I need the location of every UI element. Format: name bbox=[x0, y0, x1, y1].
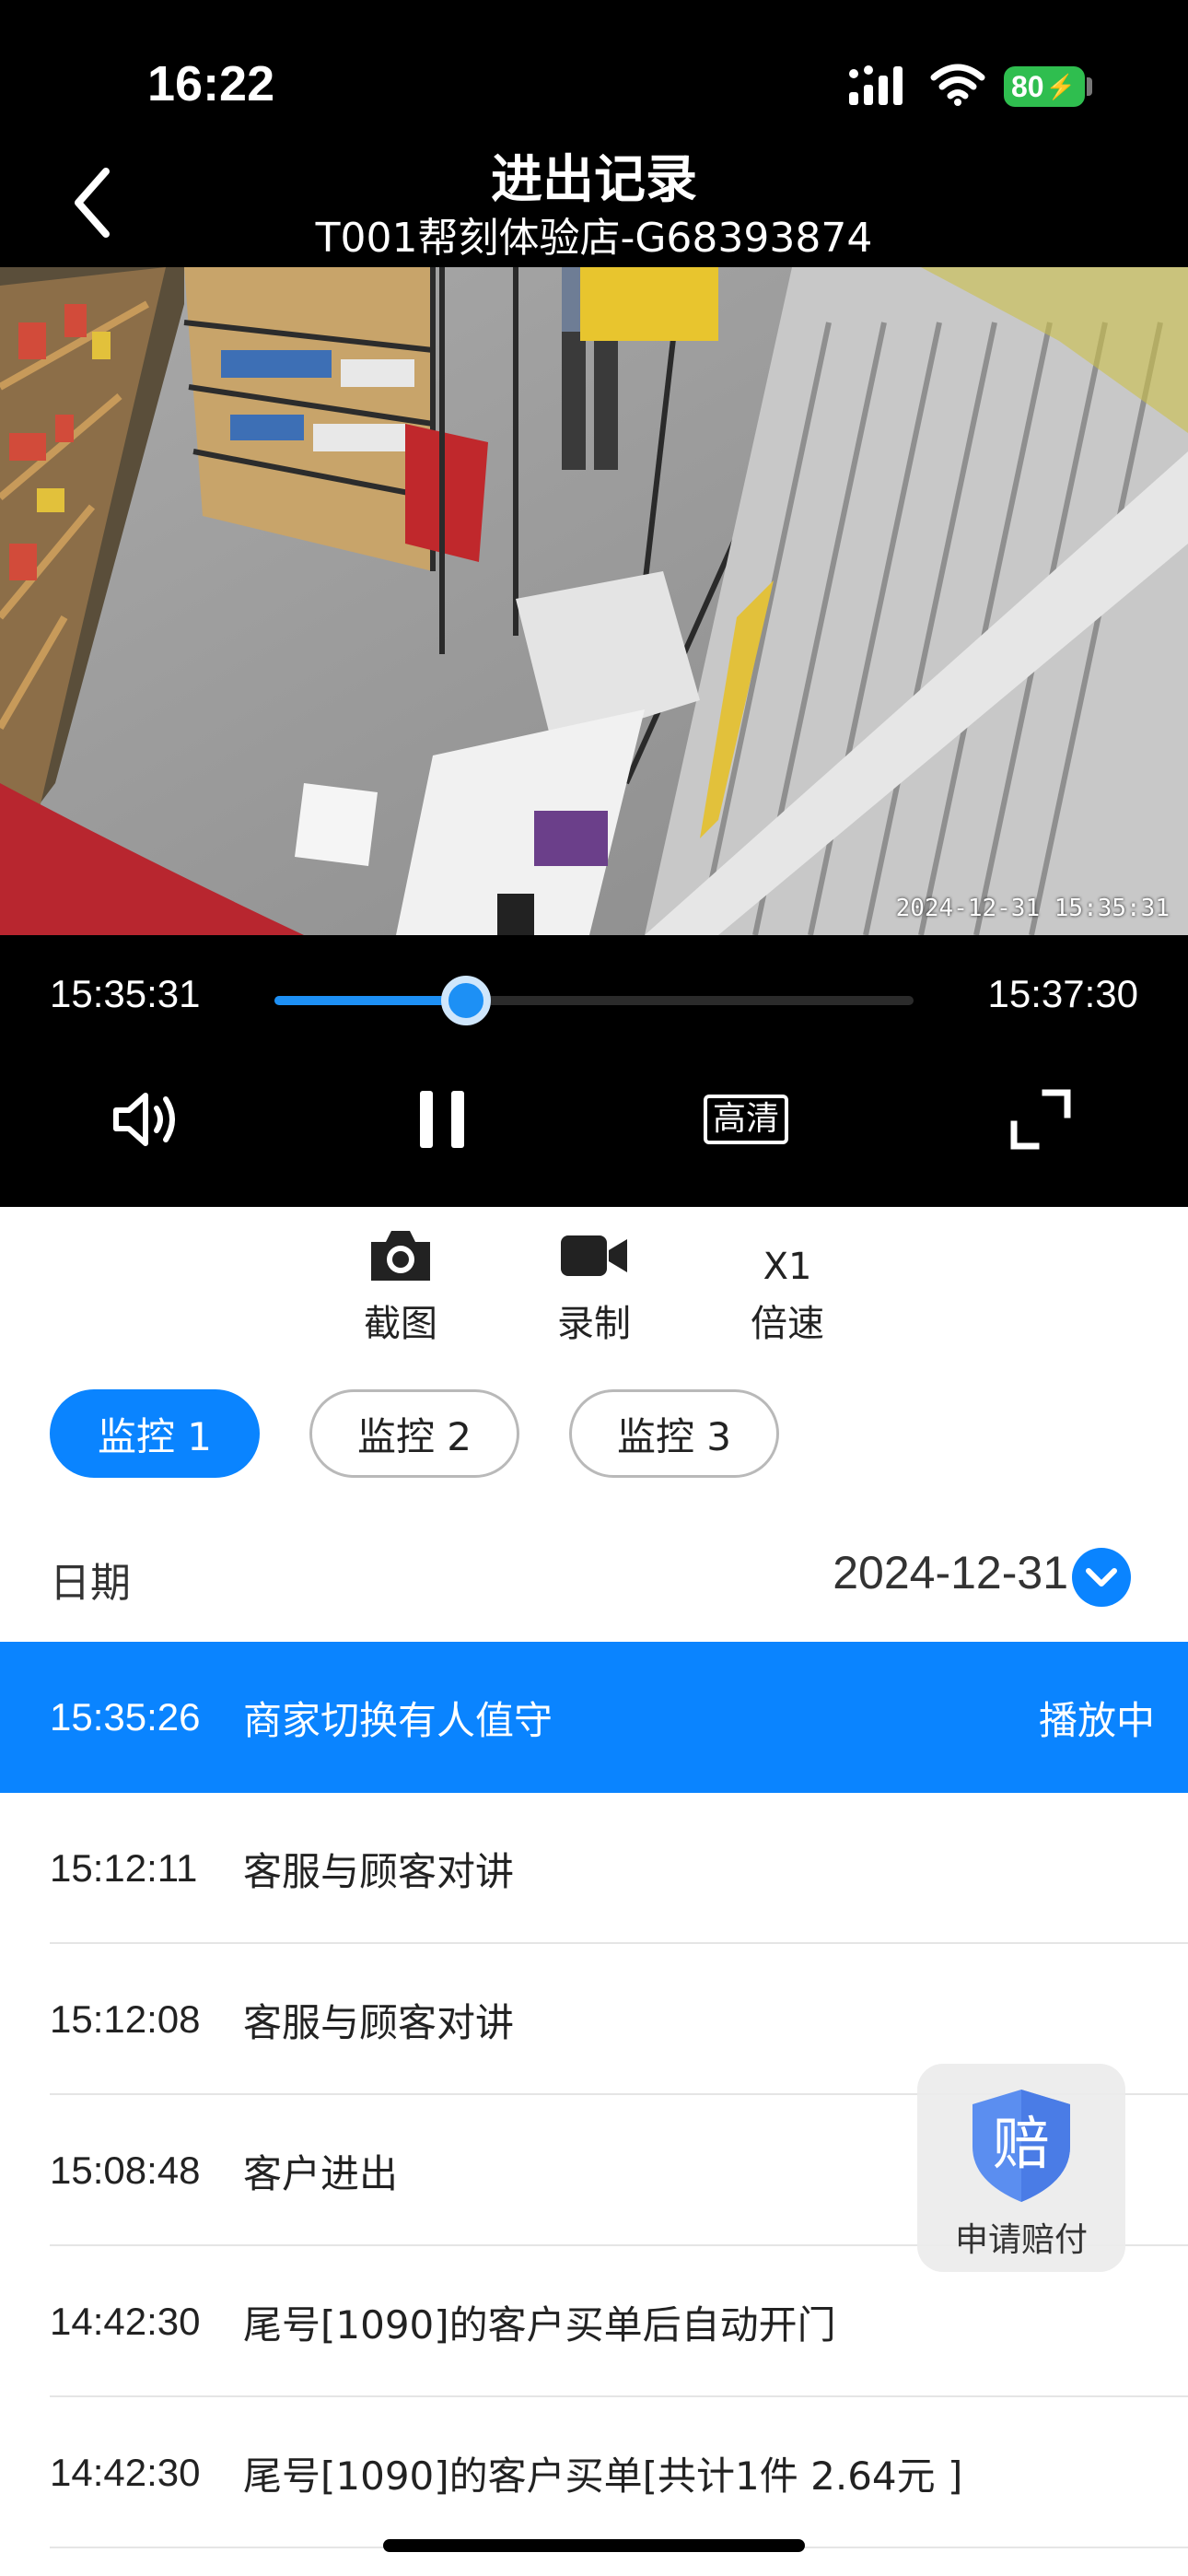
camera-icon bbox=[371, 1231, 430, 1281]
fullscreen-icon bbox=[1010, 1089, 1071, 1150]
record-time: 14:42:30 bbox=[50, 2451, 201, 2494]
video-frame bbox=[0, 267, 1188, 935]
pause-icon bbox=[420, 1091, 464, 1148]
battery-icon: 80 ⚡ bbox=[1004, 66, 1085, 107]
video-player[interactable]: 2024-12-31 15:35:31 bbox=[0, 267, 1188, 935]
apply-claim-button[interactable]: 赔 申请赔付 bbox=[917, 2064, 1125, 2272]
store-subtitle: T001帮刻体验店-G68393874 bbox=[315, 215, 873, 262]
quality-icon: 高清 bbox=[703, 1095, 788, 1144]
tab-camera-1[interactable]: 监控 1 bbox=[50, 1389, 260, 1478]
record-label: 录制 bbox=[557, 1303, 631, 1345]
progress-fill bbox=[274, 996, 467, 1005]
record-time: 15:12:08 bbox=[50, 1997, 201, 2041]
record-time: 15:12:11 bbox=[50, 1846, 198, 1890]
list-item[interactable]: 15:12:11 客服与顾客对讲 bbox=[0, 1793, 1188, 1944]
record-text: 尾号[1090]的客户买单后自动开门 bbox=[243, 2301, 836, 2348]
tab-camera-2[interactable]: 监控 2 bbox=[309, 1389, 519, 1478]
nav-bar: 进出记录 T001帮刻体验店-G68393874 bbox=[0, 138, 1188, 267]
current-time: 15:35:31 bbox=[50, 972, 201, 1015]
pause-button[interactable] bbox=[405, 1078, 479, 1161]
date-value[interactable]: 2024-12-31 bbox=[833, 1546, 1068, 1599]
tool-bar: 截图 录制 X1 倍速 bbox=[0, 1207, 1188, 1359]
signal-icon bbox=[849, 65, 903, 105]
status-time: 16:22 bbox=[147, 56, 275, 111]
volume-icon bbox=[113, 1093, 175, 1146]
record-text: 尾号[1090]的客户买单[共计1件 2.64元 ] bbox=[243, 2453, 963, 2499]
page-title: 进出记录 bbox=[491, 150, 697, 210]
claim-icon-char: 赔 bbox=[993, 2110, 1050, 2177]
record-text: 商家切换有人值守 bbox=[243, 1697, 553, 1743]
screenshot-label: 截图 bbox=[364, 1303, 437, 1345]
status-bar: 16:22 80 ⚡ bbox=[0, 0, 1188, 138]
total-time: 15:37:30 bbox=[987, 972, 1139, 1015]
progress-bar[interactable] bbox=[274, 976, 914, 1025]
record-text: 客户进出 bbox=[243, 2150, 399, 2196]
list-item[interactable]: 15:35:26 商家切换有人值守 播放中 bbox=[0, 1642, 1188, 1793]
claim-label: 申请赔付 bbox=[954, 2221, 1088, 2259]
date-picker-button[interactable] bbox=[1072, 1548, 1131, 1607]
record-time: 15:35:26 bbox=[50, 1695, 201, 1739]
record-time: 15:08:48 bbox=[50, 2149, 201, 2192]
progress-knob[interactable] bbox=[441, 976, 492, 1025]
chevron-down-icon bbox=[1086, 1568, 1117, 1587]
volume-button[interactable] bbox=[101, 1078, 193, 1161]
list-item[interactable]: 14:42:30 尾号[1090]的客户买单[共计1件 2.64元 ] bbox=[0, 2397, 1188, 2548]
home-indicator bbox=[383, 2539, 805, 2552]
speed-button[interactable]: X1 倍速 bbox=[714, 1225, 861, 1347]
video-timestamp: 2024-12-31 15:35:31 bbox=[895, 895, 1170, 922]
speed-label: 倍速 bbox=[751, 1303, 824, 1345]
quality-button[interactable]: 高清 bbox=[691, 1078, 801, 1161]
player-controls: 15:35:31 15:37:30 高清 bbox=[0, 935, 1188, 1207]
fullscreen-button[interactable] bbox=[995, 1078, 1087, 1161]
record-time: 14:42:30 bbox=[50, 2300, 201, 2343]
record-button[interactable]: 录制 bbox=[520, 1225, 668, 1347]
screenshot-button[interactable]: 截图 bbox=[327, 1225, 474, 1347]
date-label: 日期 bbox=[50, 1560, 131, 1607]
battery-tip bbox=[1087, 77, 1092, 96]
tab-camera-3[interactable]: 监控 3 bbox=[569, 1389, 779, 1478]
playing-status: 播放中 bbox=[1038, 1697, 1155, 1743]
shield-icon: 赔 bbox=[973, 2090, 1070, 2202]
speed-value: X1 bbox=[763, 1246, 812, 1288]
battery-level: 80 bbox=[1011, 69, 1044, 103]
video-camera-icon bbox=[561, 1235, 627, 1276]
wifi-icon bbox=[930, 64, 985, 106]
record-text: 客服与顾客对讲 bbox=[243, 1848, 515, 1894]
record-text: 客服与顾客对讲 bbox=[243, 1999, 515, 2045]
